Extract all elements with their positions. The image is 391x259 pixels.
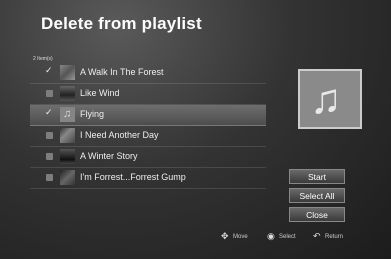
list-item[interactable]: I Need Another Day — [30, 126, 266, 147]
music-note-icon: ♫ — [63, 108, 72, 120]
return-hint: Return — [325, 234, 344, 240]
music-note-thumbnail: ♫ — [60, 107, 75, 122]
album-art: ♫ — [298, 69, 362, 129]
list-item-label: I Need Another Day — [80, 130, 159, 140]
move-arrows-icon: ✥ — [221, 231, 229, 241]
music-note-icon: ♫ — [310, 75, 342, 122]
checkbox[interactable] — [46, 132, 53, 139]
checkbox[interactable] — [46, 174, 53, 181]
list-item-selected[interactable]: ✓ ♫ Flying — [30, 105, 266, 126]
screen: Delete from playlist 2 Item(s) ✓ A Walk … — [0, 0, 391, 259]
list-item[interactable]: I'm Forrest...Forrest Gump — [30, 168, 266, 189]
checkmark-icon: ✓ — [45, 107, 53, 117]
return-icon: ↶ — [313, 231, 321, 241]
checkbox[interactable] — [46, 90, 53, 97]
thumbnail-image — [60, 86, 75, 101]
list-item[interactable]: A Winter Story — [30, 147, 266, 168]
thumbnail-image — [60, 149, 75, 164]
select-all-button[interactable]: Select All — [289, 188, 345, 203]
list-item-label: Flying — [80, 109, 105, 119]
list-item-label: I'm Forrest...Forrest Gump — [80, 172, 186, 182]
list-item-label: A Walk In The Forest — [80, 67, 164, 77]
list-item[interactable]: ✓ A Walk In The Forest — [30, 63, 266, 84]
list-item-label: A Winter Story — [80, 151, 138, 161]
select-hint: Select — [279, 234, 296, 240]
thumbnail-image — [60, 128, 75, 143]
list-item[interactable]: Like Wind — [30, 84, 266, 105]
page-title: Delete from playlist — [41, 14, 202, 33]
thumbnail-image — [60, 170, 75, 185]
start-button[interactable]: Start — [289, 169, 345, 184]
hint-bar: ✥ Move ◉ Select ↶ Return — [0, 226, 391, 259]
close-button[interactable]: Close — [289, 207, 345, 222]
move-hint: Move — [233, 234, 248, 240]
list-item-label: Like Wind — [80, 88, 120, 98]
playlist-list: ✓ A Walk In The Forest Like Wind ✓ ♫ Fly… — [30, 63, 266, 189]
checkbox[interactable] — [46, 153, 53, 160]
select-circle-icon: ◉ — [267, 231, 275, 241]
checkmark-icon: ✓ — [45, 65, 53, 75]
item-count: 2 Item(s) — [33, 56, 53, 62]
thumbnail-image — [60, 65, 75, 80]
